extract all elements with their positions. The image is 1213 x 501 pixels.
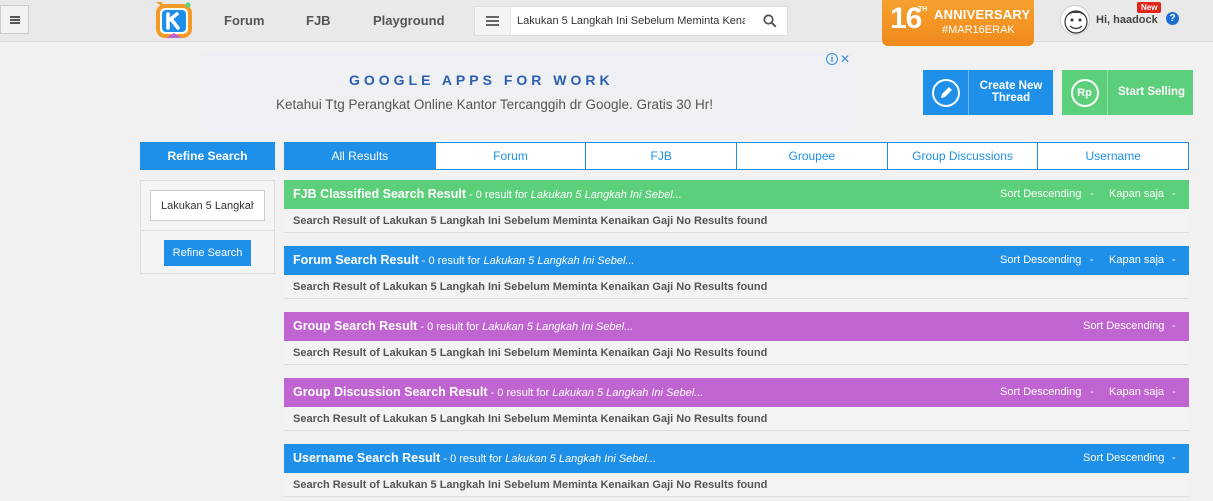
section-count: - 0 result for [487,387,553,399]
section-query: Lakukan 5 Langkah Ini Sebel... [530,189,682,201]
section-query: Lakukan 5 Langkah Ini Sebel... [505,453,657,465]
tab-groupee[interactable]: Groupee [737,142,888,170]
nav-forum-link[interactable]: Forum [224,13,264,28]
section-body: Search Result of Lakukan 5 Langkah Ini S… [284,473,1189,497]
section-title: Username Search Result - 0 result for La… [293,451,656,465]
refine-search-input[interactable] [150,190,265,221]
caret-icon[interactable]: - [1172,188,1176,200]
tab-forum[interactable]: Forum [435,142,587,170]
search-icon[interactable] [763,14,777,28]
section-title-text: Group Discussion Search Result [293,385,488,399]
section-title: FJB Classified Search Result - 0 result … [293,187,682,201]
tab-fjb[interactable]: FJB [586,142,738,170]
new-badge: New [1137,2,1162,13]
help-icon[interactable]: ? [1166,12,1179,25]
forum-result-section: Forum Search Result - 0 result for Lakuk… [284,246,1189,299]
user-avatar[interactable] [1060,5,1090,35]
pencil-icon [931,78,960,107]
anniversary-hashtag: #MAR16ERAK [942,24,1015,36]
section-header: Group Discussion Search Result - 0 resul… [284,378,1189,407]
section-title: Forum Search Result - 0 result for Lakuk… [293,253,635,267]
section-body: Search Result of Lakukan 5 Langkah Ini S… [284,209,1189,233]
username-result-section: Username Search Result - 0 result for La… [284,444,1189,497]
anniversary-number: 16 [890,2,922,35]
search-bar [474,6,788,36]
create-thread-icon-wrap [923,70,969,115]
caret-icon[interactable]: - [1090,254,1094,266]
create-thread-label: Create New Thread [979,80,1043,104]
nav-playground-link[interactable]: Playground [373,13,445,28]
top-navbar: Forum FJB Playground 16 TH ANNIVERSARY #… [0,0,1213,46]
tab-username[interactable]: Username [1038,142,1190,170]
caret-icon[interactable]: - [1172,386,1176,398]
caret-icon[interactable]: - [1172,452,1176,464]
sort-dropdown[interactable]: Sort Descending [1000,386,1081,398]
sort-dropdown[interactable]: Sort Descending [1083,452,1164,464]
sort-dropdown[interactable]: Sort Descending [1000,188,1081,200]
section-header: Username Search Result - 0 result for La… [284,444,1189,473]
fjb-result-section: FJB Classified Search Result - 0 result … [284,180,1189,233]
result-tabs: All Results Forum FJB Groupee Group Disc… [284,142,1190,170]
start-selling-icon-wrap: Rp [1062,70,1108,115]
section-query: Lakukan 5 Langkah Ini Sebel... [483,255,635,267]
caret-icon[interactable]: - [1172,320,1176,332]
caret-icon[interactable]: - [1090,188,1094,200]
create-thread-button[interactable]: Create New Thread [923,70,1053,115]
anniversary-sup: TH [918,6,928,13]
section-count: - 0 result for [418,255,484,267]
section-title-text: Forum Search Result [293,253,419,267]
section-body: Search Result of Lakukan 5 Langkah Ini S… [284,275,1189,299]
section-header: Group Search Result - 0 result for Lakuk… [284,312,1189,341]
main-menu-button[interactable] [0,5,29,34]
section-query: Lakukan 5 Langkah Ini Sebel... [482,321,634,333]
section-header: FJB Classified Search Result - 0 result … [284,180,1189,209]
avatar-face-icon [1064,10,1088,34]
ad-close-icon[interactable]: ✕ [840,52,850,66]
ad-banner[interactable]: GOOGLE APPS FOR WORK Ketahui Ttg Perangk… [199,52,974,133]
section-title: Group Search Result - 0 result for Lakuk… [293,319,633,333]
section-count: - 0 result for [440,453,506,465]
section-title-text: Group Search Result [293,319,418,333]
group-discussion-result-section: Group Discussion Search Result - 0 resul… [284,378,1189,431]
rupiah-icon: Rp [1070,78,1099,107]
search-input[interactable] [517,13,745,29]
section-title-text: Username Search Result [293,451,441,465]
section-body: Search Result of Lakukan 5 Langkah Ini S… [284,407,1189,431]
refine-search-panel: Refine Search [140,180,275,274]
hamburger-icon [486,16,499,26]
section-count: - 0 result for [417,321,483,333]
time-dropdown[interactable]: Kapan saja [1109,254,1164,266]
section-query: Lakukan 5 Langkah Ini Sebel... [552,387,704,399]
section-title: Group Discussion Search Result - 0 resul… [293,385,703,399]
section-header: Forum Search Result - 0 result for Lakuk… [284,246,1189,275]
kaskus-logo[interactable] [152,0,196,42]
start-selling-label: Start Selling [1117,86,1186,98]
nav-fjb-link[interactable]: FJB [306,13,331,28]
ad-title: GOOGLE APPS FOR WORK [349,72,614,88]
user-greeting[interactable]: Hi, haadock [1096,14,1158,26]
hamburger-icon [9,15,20,24]
refine-search-button[interactable]: Refine Search [164,240,251,266]
tab-group-discussions[interactable]: Group Discussions [887,142,1039,170]
divider [141,230,274,231]
sort-dropdown[interactable]: Sort Descending [1083,320,1164,332]
start-selling-button[interactable]: Rp Start Selling [1062,70,1193,115]
section-title-text: FJB Classified Search Result [293,187,466,201]
anniversary-banner[interactable]: 16 TH ANNIVERSARY #MAR16ERAK [882,0,1034,46]
search-category-button[interactable] [475,7,511,35]
caret-icon[interactable]: - [1090,386,1094,398]
refine-search-heading: Refine Search [140,142,275,170]
time-dropdown[interactable]: Kapan saja [1109,386,1164,398]
sort-dropdown[interactable]: Sort Descending [1000,254,1081,266]
ad-info-icon[interactable]: i [826,53,838,65]
time-dropdown[interactable]: Kapan saja [1109,188,1164,200]
caret-icon[interactable]: - [1172,254,1176,266]
section-count: - 0 result for [465,189,531,201]
tab-all-results[interactable]: All Results [284,142,436,170]
anniversary-title: ANNIVERSARY [934,7,1031,22]
ad-description: Ketahui Ttg Perangkat Online Kantor Terc… [276,97,713,112]
section-body: Search Result of Lakukan 5 Langkah Ini S… [284,341,1189,365]
group-result-section: Group Search Result - 0 result for Lakuk… [284,312,1189,365]
